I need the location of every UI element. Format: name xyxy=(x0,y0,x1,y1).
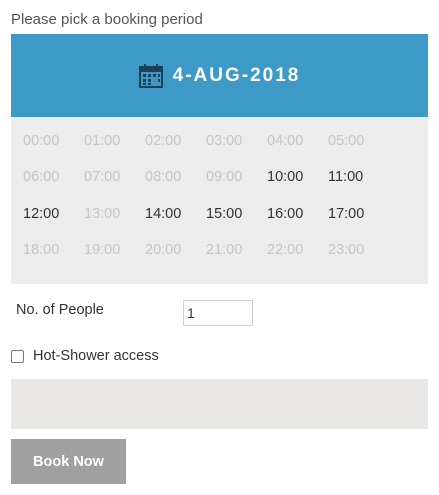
time-slot: 06:00 xyxy=(23,169,60,185)
time-slot[interactable]: 14:00 xyxy=(145,204,205,224)
calendar-icon xyxy=(138,63,163,88)
time-slot[interactable]: 11:00 xyxy=(328,167,388,187)
time-slot: 21:00 xyxy=(206,242,243,258)
time-slot: 08:00 xyxy=(145,169,182,185)
date-header[interactable]: 4-AUG-2018 xyxy=(11,34,428,117)
hot-shower-label: Hot-Shower access xyxy=(33,348,159,364)
booking-page: Please pick a booking period 4-AUG-2018 … xyxy=(0,0,439,495)
time-slot[interactable]: 10:00 xyxy=(267,167,327,187)
booking-summary-bar xyxy=(11,379,428,429)
time-slot: 05:00 xyxy=(328,133,365,149)
booking-prompt: Please pick a booking period xyxy=(11,11,203,28)
time-slot: 01:00 xyxy=(84,133,121,149)
time-slot: 20:00 xyxy=(145,242,182,258)
time-slot[interactable]: 15:00 xyxy=(206,204,266,224)
time-slot[interactable]: 12:00 xyxy=(23,204,83,224)
time-slot: 00:00 xyxy=(23,133,60,149)
time-slot[interactable]: 16:00 xyxy=(267,204,327,224)
time-slot: 04:00 xyxy=(267,133,304,149)
time-slot: 23:00 xyxy=(328,242,365,258)
time-slot: 18:00 xyxy=(23,242,60,258)
time-slot: 22:00 xyxy=(267,242,304,258)
time-slot: 19:00 xyxy=(84,242,121,258)
people-count-input[interactable] xyxy=(183,300,253,326)
selected-date: 4-AUG-2018 xyxy=(172,64,301,86)
time-slot: 02:00 xyxy=(145,133,182,149)
time-slot: 03:00 xyxy=(206,133,243,149)
time-slot: 07:00 xyxy=(84,169,121,185)
time-slot: 13:00 xyxy=(84,206,121,222)
hot-shower-checkbox[interactable] xyxy=(11,349,24,363)
time-slot-grid: 00:00 01:00 02:00 03:00 04:00 05:00 06:00 07:00… xyxy=(11,117,428,284)
people-label: No. of People xyxy=(16,302,104,318)
book-now-button[interactable]: Book Now xyxy=(11,439,126,484)
time-slot: 09:00 xyxy=(206,169,243,185)
hot-shower-option[interactable]: Hot-Shower access xyxy=(11,348,159,364)
time-slot[interactable]: 17:00 xyxy=(328,204,388,224)
